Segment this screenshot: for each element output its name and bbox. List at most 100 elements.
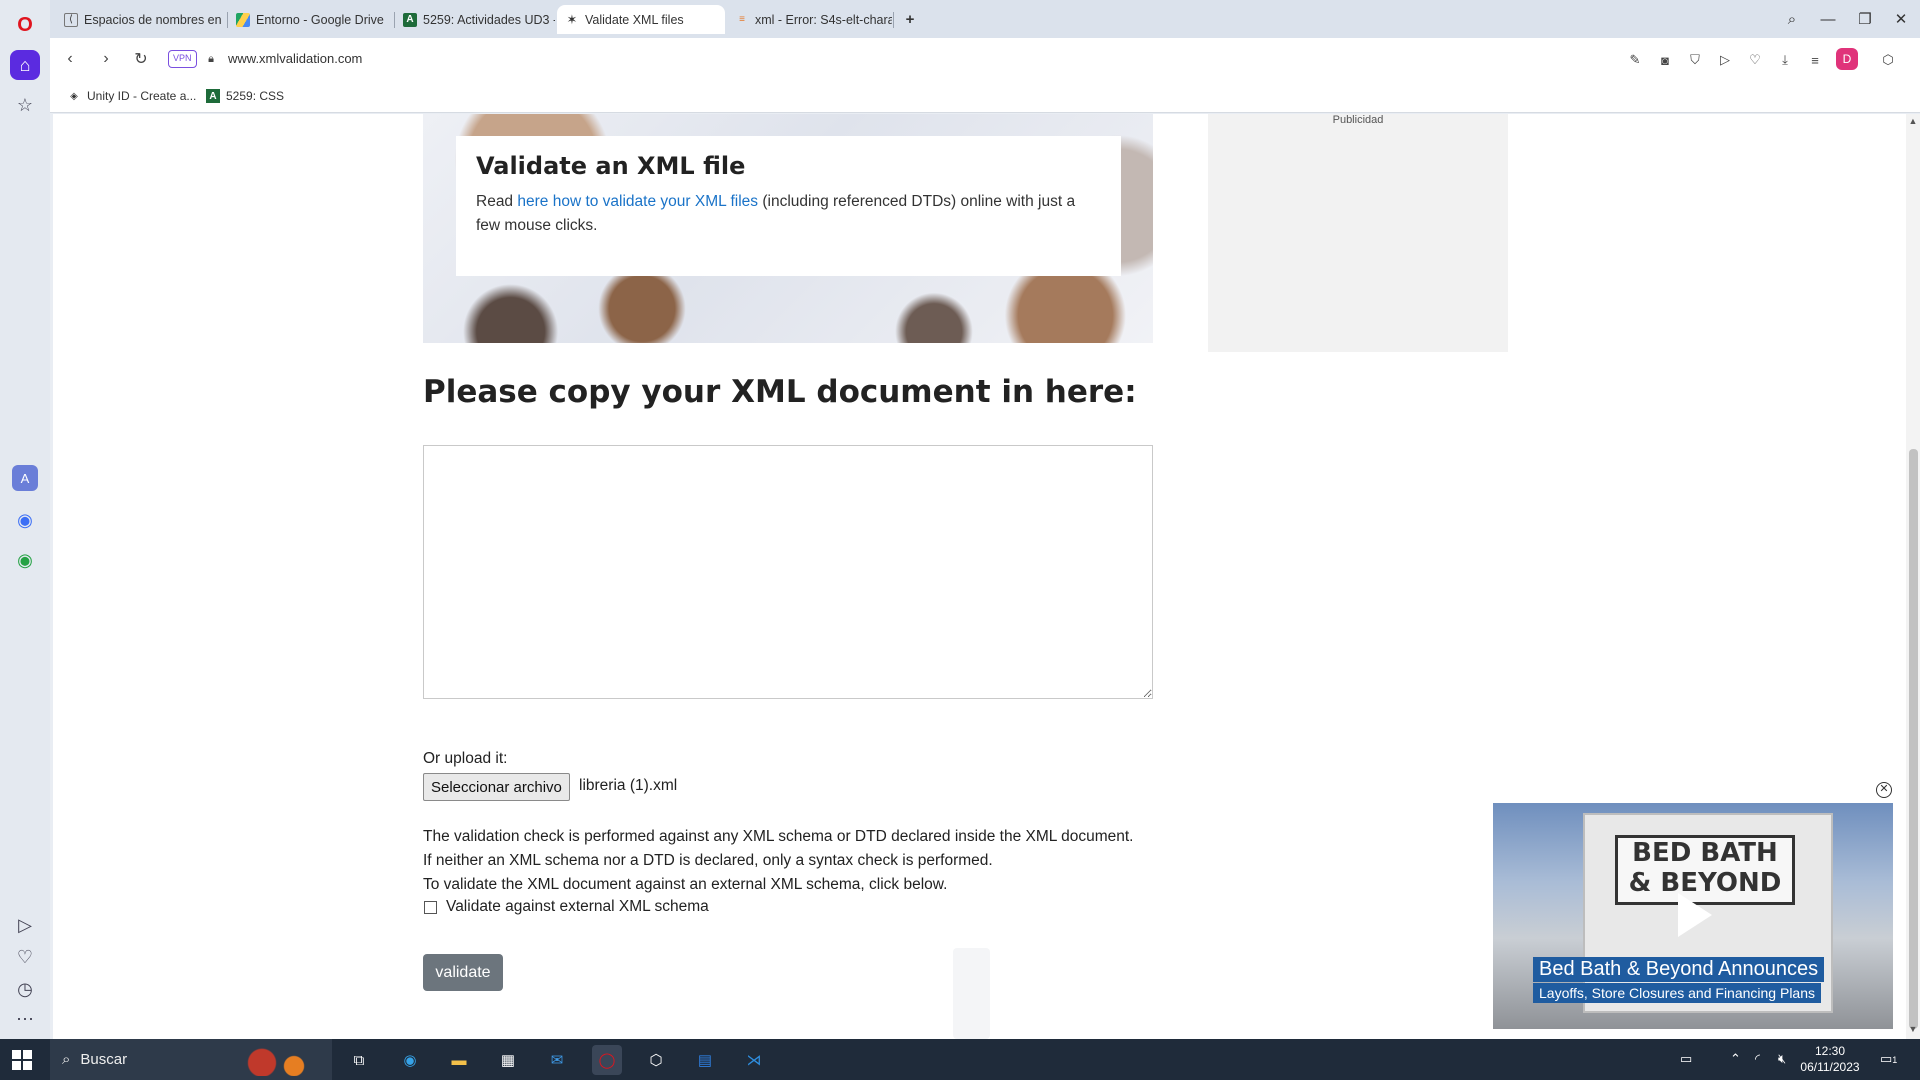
show-hidden-icon[interactable]: ⌃ <box>1730 1051 1741 1067</box>
profile-avatar[interactable]: D <box>1836 48 1858 70</box>
reload-button[interactable]: ↻ <box>128 46 154 72</box>
scrollbar-thumb[interactable] <box>1909 449 1918 1029</box>
play-icon[interactable] <box>1678 893 1712 937</box>
doc-icon: ⟨ <box>64 12 78 27</box>
clock-time: 12:30 <box>1814 1044 1846 1058</box>
heart-icon[interactable]: ♡ <box>10 942 40 972</box>
close-window-button[interactable]: ✕ <box>1886 6 1916 32</box>
shield-icon[interactable]: ⛉ <box>1683 48 1707 72</box>
restore-button[interactable]: ❐ <box>1850 6 1880 32</box>
taskbar-search[interactable]: ⌕ Buscar <box>50 1039 332 1080</box>
back-button[interactable]: ‹ <box>57 46 83 72</box>
tab-label: Validate XML files <box>585 12 684 27</box>
xml-textarea[interactable] <box>423 445 1153 699</box>
volume-muted-icon[interactable]: 🔇︎ <box>1778 1051 1786 1067</box>
hero-card: Validate an XML file Read here how to va… <box>456 136 1121 276</box>
info-line: To validate the XML document against an … <box>423 876 948 893</box>
windows-taskbar: ⌕ Buscar ⧉ ◉ ▬ ▦ ✉ ◯ ⬡ ▤ ⋊ ▭ ⌃ ◜ 🔇︎ 12:3… <box>0 1039 1920 1080</box>
messenger-icon[interactable]: ◉ <box>10 505 40 535</box>
hero-title: Validate an XML file <box>476 152 746 180</box>
unity-taskbar-icon[interactable]: ⬡ <box>641 1045 671 1075</box>
info-line: The validation check is performed agains… <box>423 828 1134 845</box>
upload-label: Or upload it: <box>423 750 508 767</box>
forward-button[interactable]: › <box>93 46 119 72</box>
external-schema-label[interactable]: Validate against external XML schema <box>446 898 709 916</box>
video-advertisement[interactable]: BED BATH & BEYOND Bed Bath & Beyond Anno… <box>1493 803 1893 1029</box>
search-placeholder: Buscar <box>80 1051 128 1068</box>
choose-file-button[interactable]: Seleccionar archivo <box>423 773 570 801</box>
word-icon[interactable]: ▤ <box>690 1045 720 1075</box>
xml-icon: ✶ <box>566 11 578 27</box>
edit-icon[interactable]: ✎ <box>1623 48 1647 72</box>
tab-validate-xml[interactable]: ✶ Validate XML files <box>557 5 725 34</box>
player-icon[interactable]: ▷ <box>10 910 40 940</box>
notification-count: 1 <box>1892 1055 1898 1065</box>
vscode-icon[interactable]: ⋊ <box>739 1045 769 1075</box>
opera-logo-icon[interactable]: O <box>10 10 40 40</box>
bookmark-css[interactable]: A 5259: CSS <box>206 89 284 103</box>
opera-taskbar-icon[interactable]: ◯ <box>592 1045 622 1075</box>
mail-icon[interactable]: ✉ <box>542 1045 572 1075</box>
bookmark-label: 5259: CSS <box>226 89 285 103</box>
info-line: If neither an XML schema nor a DTD is de… <box>423 852 993 869</box>
task-view-icon[interactable]: ⧉ <box>344 1045 374 1075</box>
moodle-icon: A <box>206 89 220 103</box>
vpn-badge[interactable]: VPN <box>168 50 197 68</box>
placeholder-box <box>953 948 990 1039</box>
tab-strip: ⟨ Espacios de nombres en Entorno - Googl… <box>50 0 1920 38</box>
tab-espacios[interactable]: ⟨ Espacios de nombres en <box>56 5 226 34</box>
file-explorer-icon[interactable]: ▬ <box>444 1045 474 1075</box>
home-icon[interactable]: ⌂ <box>10 50 40 80</box>
menu-icon[interactable]: ≡ <box>1803 48 1827 72</box>
search-tabs-icon[interactable]: ⌕ <box>1777 6 1807 32</box>
network-icon[interactable]: ◜ <box>1755 1051 1760 1067</box>
close-ad-icon[interactable]: ✕ <box>1876 782 1892 798</box>
tab-label: xml - Error: S4s-elt-charac <box>755 12 892 27</box>
search-icon: ⌕ <box>62 1051 71 1068</box>
search-highlight-image <box>246 1043 326 1076</box>
extensions-icon[interactable]: ⬡ <box>1876 48 1900 72</box>
external-schema-checkbox[interactable] <box>424 901 437 914</box>
tab-label: Entorno - Google Drive <box>256 12 384 27</box>
clock-date: 06/11/2023 <box>1800 1060 1860 1074</box>
selected-file-name: libreria (1).xml <box>579 777 678 794</box>
url-input[interactable]: www.xmlvalidation.com <box>228 51 362 66</box>
how-to-validate-link[interactable]: here how to validate your XML files <box>517 193 758 210</box>
clock[interactable]: 12:30 06/11/2023 <box>1790 1043 1870 1075</box>
so-icon: ≡ <box>739 14 745 25</box>
more-icon[interactable]: ⋯ <box>10 1004 40 1034</box>
tab-xml-error[interactable]: ≡ xml - Error: S4s-elt-charac <box>727 5 892 34</box>
page-scrollbar[interactable]: ▲ ▼ <box>1906 114 1920 1039</box>
star-icon[interactable]: ☆ <box>10 90 40 120</box>
new-tab-button[interactable]: + <box>895 6 925 32</box>
tab-label: 5259: Actividades UD3 - L <box>423 12 555 27</box>
drive-icon <box>236 12 250 27</box>
minimize-button[interactable]: — <box>1813 6 1843 32</box>
start-button[interactable] <box>12 1050 32 1070</box>
edge-icon[interactable]: ◉ <box>395 1045 425 1075</box>
bookmarks-bar: ◈ Unity ID - Create a... A 5259: CSS <box>50 81 1920 113</box>
aria-icon[interactable]: A <box>12 465 38 491</box>
hero-text-before: Read <box>476 193 518 210</box>
download-icon[interactable]: ⤓ <box>1773 48 1797 72</box>
bookmark-label: Unity ID - Create a... <box>87 89 197 103</box>
notifications-icon[interactable]: ▭1 <box>1880 1051 1897 1067</box>
language-icon[interactable]: ▭ <box>1680 1051 1692 1067</box>
store-icon[interactable]: ▦ <box>493 1045 523 1075</box>
ad-label: Publicidad <box>1332 114 1384 126</box>
ad-headline: Bed Bath & Beyond Announces <box>1533 957 1825 982</box>
address-bar: ‹ › ↻ VPN 🔒︎ www.xmlvalidation.com ✎ ◙ ⛉… <box>50 38 1920 81</box>
tab-actividades[interactable]: A 5259: Actividades UD3 - L <box>395 5 555 34</box>
camera-icon[interactable]: ◙ <box>1653 48 1677 72</box>
sidebar: O ⌂ ☆ A ◉ ◉ ▷ ♡ ◷ ⋯ <box>0 0 50 1039</box>
history-icon[interactable]: ◷ <box>10 974 40 1004</box>
lock-icon[interactable]: 🔒︎ <box>198 46 224 72</box>
bookmark-unity[interactable]: ◈ Unity ID - Create a... <box>67 89 196 103</box>
scroll-up-icon[interactable]: ▲ <box>1906 116 1920 126</box>
tab-drive[interactable]: Entorno - Google Drive <box>228 5 393 34</box>
whatsapp-icon[interactable]: ◉ <box>10 545 40 575</box>
validate-button[interactable]: validate <box>423 954 503 991</box>
scroll-down-icon[interactable]: ▼ <box>1906 1024 1920 1034</box>
heart-icon[interactable]: ♡ <box>1743 48 1767 72</box>
play-icon[interactable]: ▷ <box>1713 48 1737 72</box>
